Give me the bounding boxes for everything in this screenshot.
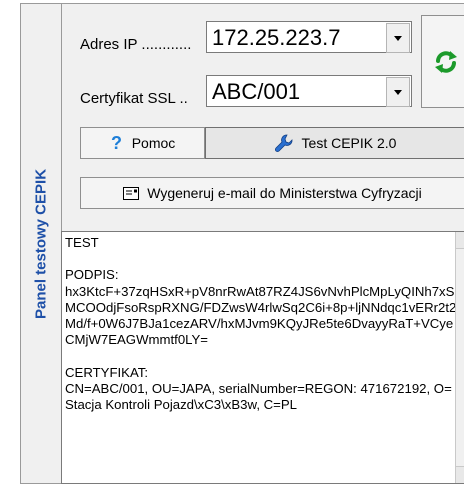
log-text: TEST PODPIS: hx3KtcF+37zqHSxR+pV8nrRwAt8… [65, 235, 457, 413]
wrench-icon [274, 134, 292, 152]
log-textarea[interactable]: TEST PODPIS: hx3KtcF+37zqHSxR+pV8nrRwAt8… [61, 231, 464, 484]
ssl-label: Certyfikat SSL .. [80, 90, 188, 107]
ip-label: Adres IP ............ [80, 36, 192, 53]
side-tab-panel-testowy[interactable]: Panel testowy CEPIK [20, 3, 61, 484]
log-scrollbar[interactable] [455, 232, 464, 483]
test-cepik-button[interactable]: Test CEPIK 2.0 [205, 127, 464, 159]
help-button[interactable]: ? Pomoc [80, 127, 205, 159]
ip-dropdown-arrow-icon[interactable] [386, 23, 410, 53]
ip-combobox[interactable]: 172.25.223.7 [206, 21, 412, 53]
generate-email-button[interactable]: Wygeneruj e-mail do Ministerstwa Cyfryza… [80, 177, 464, 209]
ssl-dropdown-arrow-icon[interactable] [386, 77, 410, 107]
generate-email-button-label: Wygeneruj e-mail do Ministerstwa Cyfryza… [147, 185, 422, 201]
ip-value: 172.25.223.7 [212, 25, 341, 50]
email-icon [123, 186, 140, 200]
refresh-icon [435, 51, 457, 73]
svg-text:?: ? [111, 134, 122, 152]
ssl-value: ABC/001 [212, 79, 301, 104]
refresh-button[interactable] [421, 15, 464, 108]
scroll-up-arrow-icon[interactable] [456, 232, 464, 249]
side-tab-label: Panel testowy CEPIK [32, 168, 50, 319]
ssl-combobox[interactable]: ABC/001 [206, 75, 412, 107]
scroll-down-arrow-icon[interactable] [456, 466, 464, 483]
question-icon: ? [111, 134, 122, 152]
help-button-label: Pomoc [131, 135, 176, 151]
test-cepik-button-label: Test CEPIK 2.0 [301, 135, 397, 151]
